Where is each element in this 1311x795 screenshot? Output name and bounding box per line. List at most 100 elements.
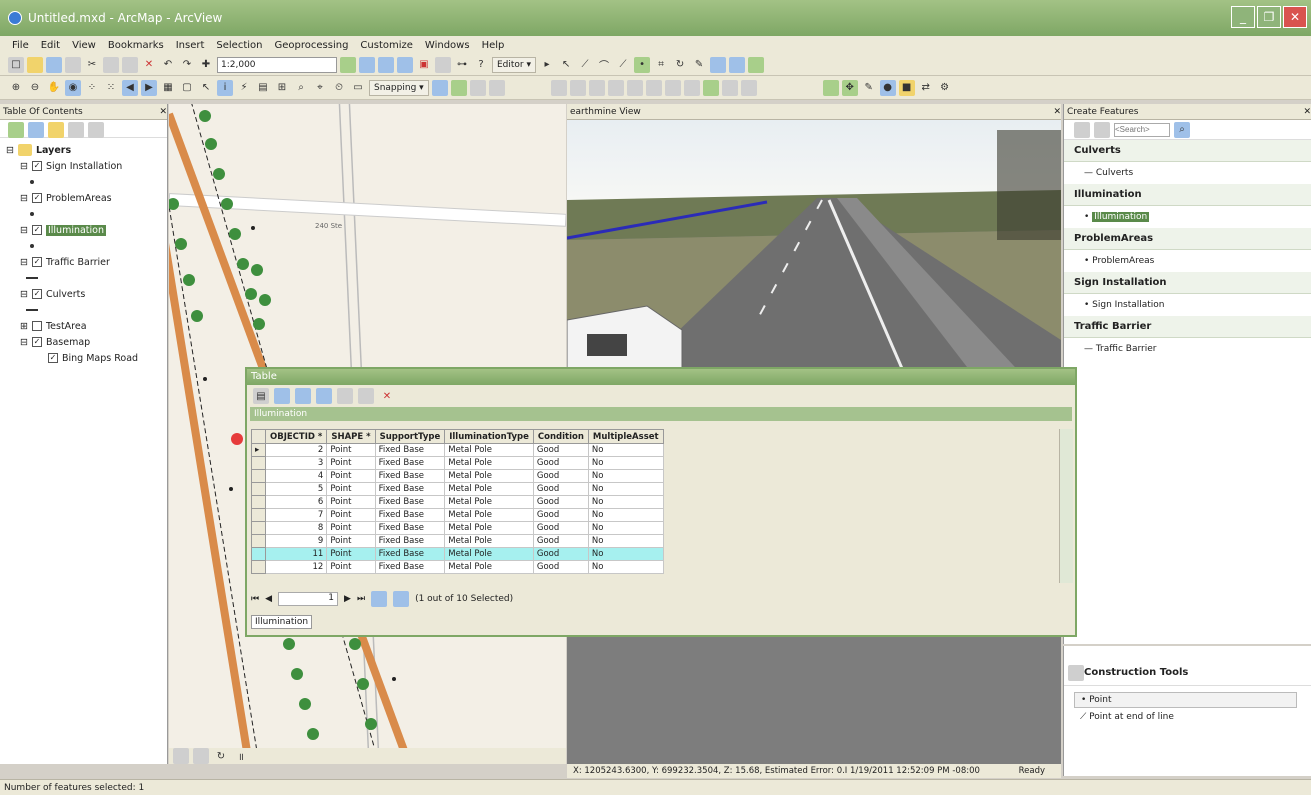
layer-checkbox[interactable]: ✓ [31,257,42,267]
template-problemareas[interactable]: • ProblemAreas [1064,250,1311,272]
layer-checkbox[interactable]: ✓ [31,193,42,203]
layers-root[interactable]: ⊟ Layers [6,142,167,158]
menu-help[interactable]: Help [482,40,505,51]
next-record-icon[interactable]: ▶ [344,594,351,604]
data-view-icon[interactable] [173,748,189,764]
table-cell[interactable]: Point [326,521,376,535]
select-features-icon[interactable]: ▦ [160,80,176,96]
table-cell[interactable]: Point [326,508,376,522]
whats-this-icon[interactable]: ? [473,57,489,73]
create-viewer-icon[interactable]: ▭ [350,80,366,96]
earthmine-tool-1-icon[interactable] [550,79,567,96]
table-cell[interactable]: Metal Pole [444,508,534,522]
clear-selection-icon[interactable]: ▢ [179,80,195,96]
toc-layer-basemap[interactable]: ⊟ ✓ Basemap [6,334,167,350]
layer-checkbox[interactable]: ✓ [31,337,42,347]
list-by-drawing-order-icon[interactable] [8,122,24,138]
table-cell[interactable]: Metal Pole [444,560,534,574]
editor-toolbar-icon[interactable] [340,56,356,73]
arcgis-tool-2-icon[interactable]: ✥ [841,79,858,96]
table-cell[interactable]: Metal Pole [444,443,534,457]
point-snapping-icon[interactable] [431,79,448,96]
table-row[interactable]: 9 Point Fixed Base Metal Pole Good No [251,534,664,548]
toc-window-icon[interactable] [359,56,375,73]
snapping-menu-button[interactable]: Snapping ▾ [369,79,429,96]
select-by-attributes-icon[interactable] [295,388,311,404]
column-header[interactable]: SHAPE * [326,429,376,444]
table-cell[interactable]: 5 [264,482,328,496]
table-cell[interactable]: 4 [264,469,328,483]
row-selector[interactable] [251,547,266,561]
row-selector[interactable] [251,521,266,535]
menu-file[interactable]: File [12,40,29,51]
menu-view[interactable]: View [72,40,96,51]
table-row[interactable]: 11 Point Fixed Base Metal Pole Good No [251,547,664,561]
table-cell[interactable]: Good [532,482,589,496]
search-icon[interactable]: ⌕ [1174,121,1190,138]
catalog-window-icon[interactable] [378,56,394,73]
copy-icon[interactable] [103,56,119,73]
table-cell[interactable]: Point [326,482,376,496]
create-features-icon[interactable] [748,56,765,73]
table-cell[interactable]: No [587,469,664,483]
sketch-tool-icon[interactable]: ✎ [691,57,707,73]
vertex-snapping-icon[interactable] [469,79,486,96]
table-cell[interactable]: 7 [264,508,328,522]
table-cell[interactable]: Fixed Base [374,495,446,509]
table-row[interactable]: 12 Point Fixed Base Metal Pole Good No [251,560,664,574]
fixed-zoom-out-icon[interactable]: ⁙ [103,80,119,96]
row-selector[interactable] [251,534,266,548]
table-cell[interactable]: Fixed Base [374,443,446,457]
toc-layer-problemareas[interactable]: ⊟ ✓ ProblemAreas [6,190,167,206]
table-cell[interactable]: Good [532,534,589,548]
table-cell[interactable]: 11 [264,547,328,561]
earthmine-close-icon[interactable]: ✕ [1053,107,1061,117]
hyperlink-icon[interactable]: ⚡ [236,80,252,96]
table-cell[interactable]: No [587,495,664,509]
table-cell[interactable]: No [587,456,664,470]
table-row[interactable]: 3 Point Fixed Base Metal Pole Good No [251,456,664,470]
save-icon[interactable] [46,56,62,73]
table-cell[interactable]: Fixed Base [374,560,446,574]
column-header[interactable]: SupportType [374,429,446,444]
table-cell[interactable]: Good [532,469,589,483]
edge-snapping-icon[interactable] [488,79,505,96]
organize-templates-icon[interactable] [1074,121,1090,138]
map-scale-combo[interactable]: 1:2,000 [217,56,337,73]
table-cell[interactable]: Metal Pole [444,547,534,561]
attributes-icon[interactable] [710,56,727,73]
table-cell[interactable]: No [587,508,664,522]
table-cell[interactable]: Point [326,495,376,509]
create-features-close-icon[interactable]: ✕ [1303,107,1311,117]
earthmine-tool-8-icon[interactable] [683,79,700,96]
earthmine-tool-5-icon[interactable] [626,79,643,96]
list-by-selection-icon[interactable] [68,122,84,138]
earthmine-tool-4-icon[interactable] [607,79,624,96]
table-cell[interactable]: 2 [264,443,328,457]
table-cell[interactable]: Metal Pole [444,456,534,470]
earthmine-tool-10-icon[interactable] [721,79,738,96]
table-row[interactable]: ▸ 2 Point Fixed Base Metal Pole Good No [251,443,664,457]
template-culverts[interactable]: — Culverts [1064,162,1311,184]
list-by-source-icon[interactable] [28,122,44,138]
table-cell[interactable]: Point [326,547,376,561]
print-icon[interactable] [65,56,81,73]
python-window-icon[interactable] [435,56,451,73]
restore-button[interactable]: ❐ [1257,6,1281,28]
table-cell[interactable]: Fixed Base [374,456,446,470]
arcgis-tool-6-icon[interactable]: ⇄ [918,80,934,96]
table-cell[interactable]: Metal Pole [444,482,534,496]
column-header[interactable]: Condition [532,429,589,444]
table-tab-illumination[interactable]: Illumination [251,615,313,629]
template-search-input[interactable] [1114,122,1170,137]
table-cell[interactable]: Metal Pole [444,534,534,548]
table-cell[interactable]: No [587,443,664,457]
table-cell[interactable]: Good [532,456,589,470]
table-options-icon[interactable]: ▤ [253,388,269,404]
table-cell[interactable]: Good [532,521,589,535]
last-record-icon[interactable]: ⏭ [357,594,365,604]
first-record-icon[interactable]: ⏮ [251,594,259,604]
table-cell[interactable]: Good [532,560,589,574]
redo-icon[interactable]: ↷ [179,57,195,73]
trace-icon[interactable]: ⟋ [615,57,631,73]
